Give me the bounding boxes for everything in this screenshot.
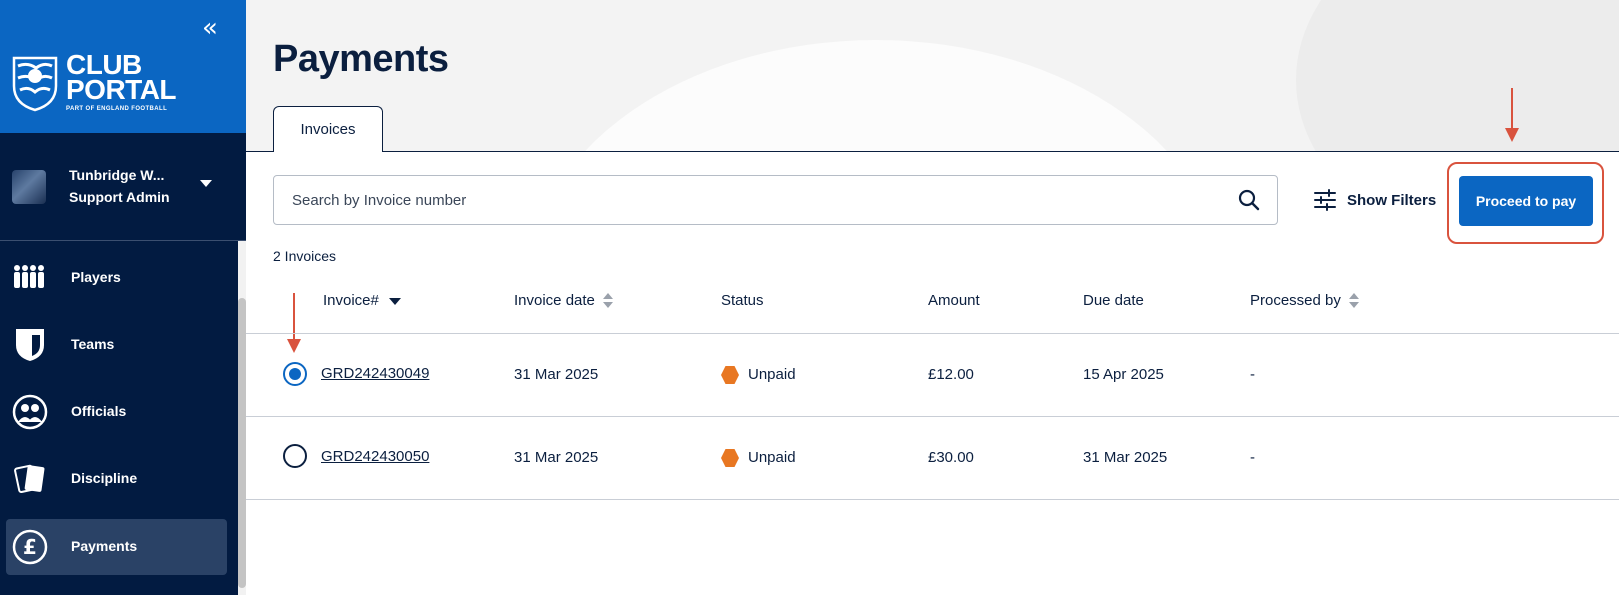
search-icon[interactable] <box>1238 189 1260 211</box>
sidebar-item-label: Payments <box>71 538 138 554</box>
filters-icon[interactable] <box>1313 189 1337 211</box>
column-header-invoice-date[interactable]: Invoice date <box>514 292 613 309</box>
due-date: 15 Apr 2025 <box>1083 366 1164 383</box>
tab-invoices[interactable]: Invoices <box>273 106 383 152</box>
sidebar-item-officials[interactable]: Officials <box>6 384 227 440</box>
sort-icon[interactable] <box>602 293 613 309</box>
invoice-date: 31 Mar 2025 <box>514 449 599 466</box>
annotation-arrow-icon <box>287 293 301 353</box>
processed-by: - <box>1250 366 1255 383</box>
row-divider <box>246 499 1619 500</box>
invoice-date: 31 Mar 2025 <box>514 366 599 383</box>
amount: £30.00 <box>928 449 974 466</box>
players-icon <box>14 265 44 288</box>
status-badge: Unpaid <box>748 449 796 466</box>
invoice-count: 2 Invoices <box>273 248 337 264</box>
svg-text:£: £ <box>23 535 37 559</box>
column-header-status: Status <box>721 292 764 309</box>
club-name: Tunbridge W... <box>69 167 165 183</box>
sidebar-item-label: Officials <box>71 403 127 419</box>
sidebar-item-label: Teams <box>71 336 115 352</box>
chevron-down-icon[interactable] <box>200 180 212 187</box>
column-header-label: Processed by <box>1250 292 1341 309</box>
sidebar-item-discipline[interactable]: Discipline <box>6 451 227 507</box>
sidebar-item-players[interactable]: Players <box>6 250 227 306</box>
invoice-link[interactable]: GRD242430049 <box>321 365 429 382</box>
column-header-processed-by[interactable]: Processed by <box>1250 292 1359 309</box>
sidebar-item-label: Discipline <box>71 470 138 486</box>
club-role: Support Admin <box>69 189 170 205</box>
brand-subtitle: PART OF ENGLAND FOOTBALL <box>66 106 168 112</box>
amount: £12.00 <box>928 366 974 383</box>
club-avatar <box>12 170 46 204</box>
double-chevron-left-icon[interactable]: « <box>196 14 224 42</box>
row-select-radio[interactable] <box>283 444 307 468</box>
column-header-invoice[interactable]: Invoice# <box>323 292 401 309</box>
brand-header: « CLUB PORTAL PART OF ENGLAND FOOTBALL <box>0 0 246 133</box>
sidebar-item-teams[interactable]: Teams <box>6 317 227 373</box>
three-lions-crest-icon <box>12 56 58 112</box>
page-title: Payments <box>273 38 449 80</box>
row-divider <box>246 333 1619 334</box>
page-header-background <box>246 0 1619 152</box>
row-divider <box>246 416 1619 417</box>
proceed-to-pay-button[interactable]: Proceed to pay <box>1459 176 1593 226</box>
column-header-amount: Amount <box>928 292 980 309</box>
pound-icon: £ <box>12 529 48 565</box>
annotation-arrow-icon <box>1505 88 1519 142</box>
sort-desc-icon[interactable] <box>388 297 401 305</box>
column-header-label: Invoice date <box>514 292 595 309</box>
search-input[interactable] <box>273 175 1278 225</box>
cards-icon <box>14 464 45 494</box>
shield-icon <box>16 329 44 361</box>
due-date: 31 Mar 2025 <box>1083 449 1168 466</box>
brand-line2: PORTAL <box>66 74 177 105</box>
column-header-label: Invoice# <box>323 292 379 309</box>
column-header-due-date: Due date <box>1083 292 1144 309</box>
sidebar-item-label: Players <box>71 269 121 285</box>
sidebar-item-payments[interactable]: £ Payments <box>6 519 227 575</box>
sort-icon[interactable] <box>1348 293 1359 309</box>
decorative-shape <box>1296 0 1619 152</box>
decorative-shape <box>526 40 1226 152</box>
row-select-radio[interactable] <box>283 362 307 386</box>
show-filters-button[interactable]: Show Filters <box>1347 192 1436 209</box>
invoice-link[interactable]: GRD242430050 <box>321 448 429 465</box>
sidebar-scrollbar-thumb[interactable] <box>238 298 246 588</box>
brand-wordmark: CLUB PORTAL PART OF ENGLAND FOOTBALL <box>66 51 177 113</box>
status-badge: Unpaid <box>748 366 796 383</box>
officials-icon <box>12 394 48 430</box>
processed-by: - <box>1250 449 1255 466</box>
